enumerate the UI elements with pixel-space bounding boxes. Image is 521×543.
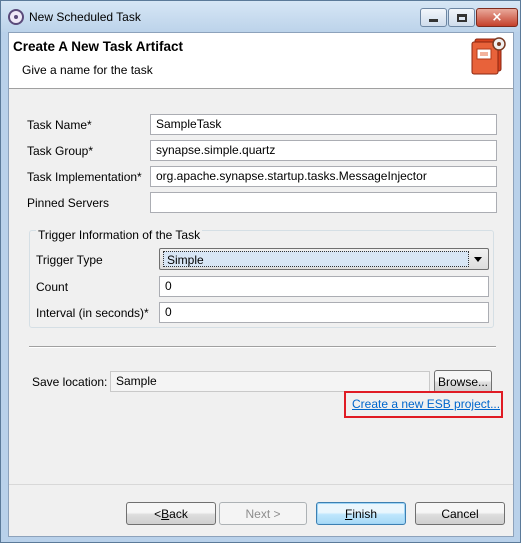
separator (29, 346, 496, 348)
finish-label-rest: inish (352, 506, 378, 521)
highlight-box (344, 391, 503, 418)
chevron-down-icon (474, 257, 482, 262)
back-label-prefix: < (154, 506, 162, 521)
wizard-header: Create A New Task Artifact Give a name f… (9, 33, 513, 89)
task-artifact-icon (471, 37, 506, 75)
interval-input[interactable]: 0 (159, 302, 489, 323)
window-title: New Scheduled Task (29, 10, 141, 24)
finish-button[interactable]: Finish (316, 502, 406, 525)
app-icon (8, 9, 24, 25)
task-implementation-input[interactable]: org.apache.synapse.startup.tasks.Message… (150, 166, 497, 187)
task-group-input[interactable]: synapse.simple.quartz (150, 140, 497, 161)
back-mnemonic: B (161, 506, 170, 521)
save-location-field: Sample (110, 371, 430, 392)
interval-label: Interval (in seconds)* (36, 306, 149, 320)
next-button[interactable]: Next > (219, 502, 307, 525)
trigger-type-select[interactable]: Simple (159, 248, 489, 270)
footer-separator (9, 484, 513, 485)
close-icon: × (491, 10, 503, 25)
task-name-input[interactable]: SampleTask (150, 114, 497, 135)
trigger-type-label: Trigger Type (36, 253, 103, 267)
cancel-button[interactable]: Cancel (415, 502, 505, 525)
finish-mnemonic: F (344, 506, 353, 521)
close-button[interactable]: × (476, 8, 518, 27)
trigger-type-value: Simple (163, 251, 469, 267)
maximize-button[interactable] (448, 8, 475, 27)
maximize-icon (456, 13, 467, 22)
task-name-label: Task Name* (27, 118, 92, 132)
dialog-window: New Scheduled Task × Create A New Task A… (0, 0, 521, 543)
page-description: Give a name for the task (22, 63, 153, 77)
page-title: Create A New Task Artifact (13, 39, 184, 54)
browse-button[interactable]: Browse... (434, 370, 492, 393)
pinned-servers-input[interactable] (150, 192, 497, 213)
minimize-button[interactable] (420, 8, 447, 27)
back-button[interactable]: < Back (126, 502, 216, 525)
trigger-group-title: Trigger Information of the Task (36, 228, 203, 242)
title-bar[interactable]: New Scheduled Task × (1, 1, 520, 32)
pinned-servers-label: Pinned Servers (27, 196, 110, 210)
count-input[interactable]: 0 (159, 276, 489, 297)
save-location-label: Save location: (32, 375, 108, 389)
back-label-rest: ack (169, 506, 188, 521)
dialog-body: Create A New Task Artifact Give a name f… (8, 32, 514, 537)
minimize-icon (429, 19, 438, 22)
task-implementation-label: Task Implementation* (27, 170, 142, 184)
task-group-label: Task Group* (27, 144, 94, 158)
count-label: Count (36, 280, 69, 294)
